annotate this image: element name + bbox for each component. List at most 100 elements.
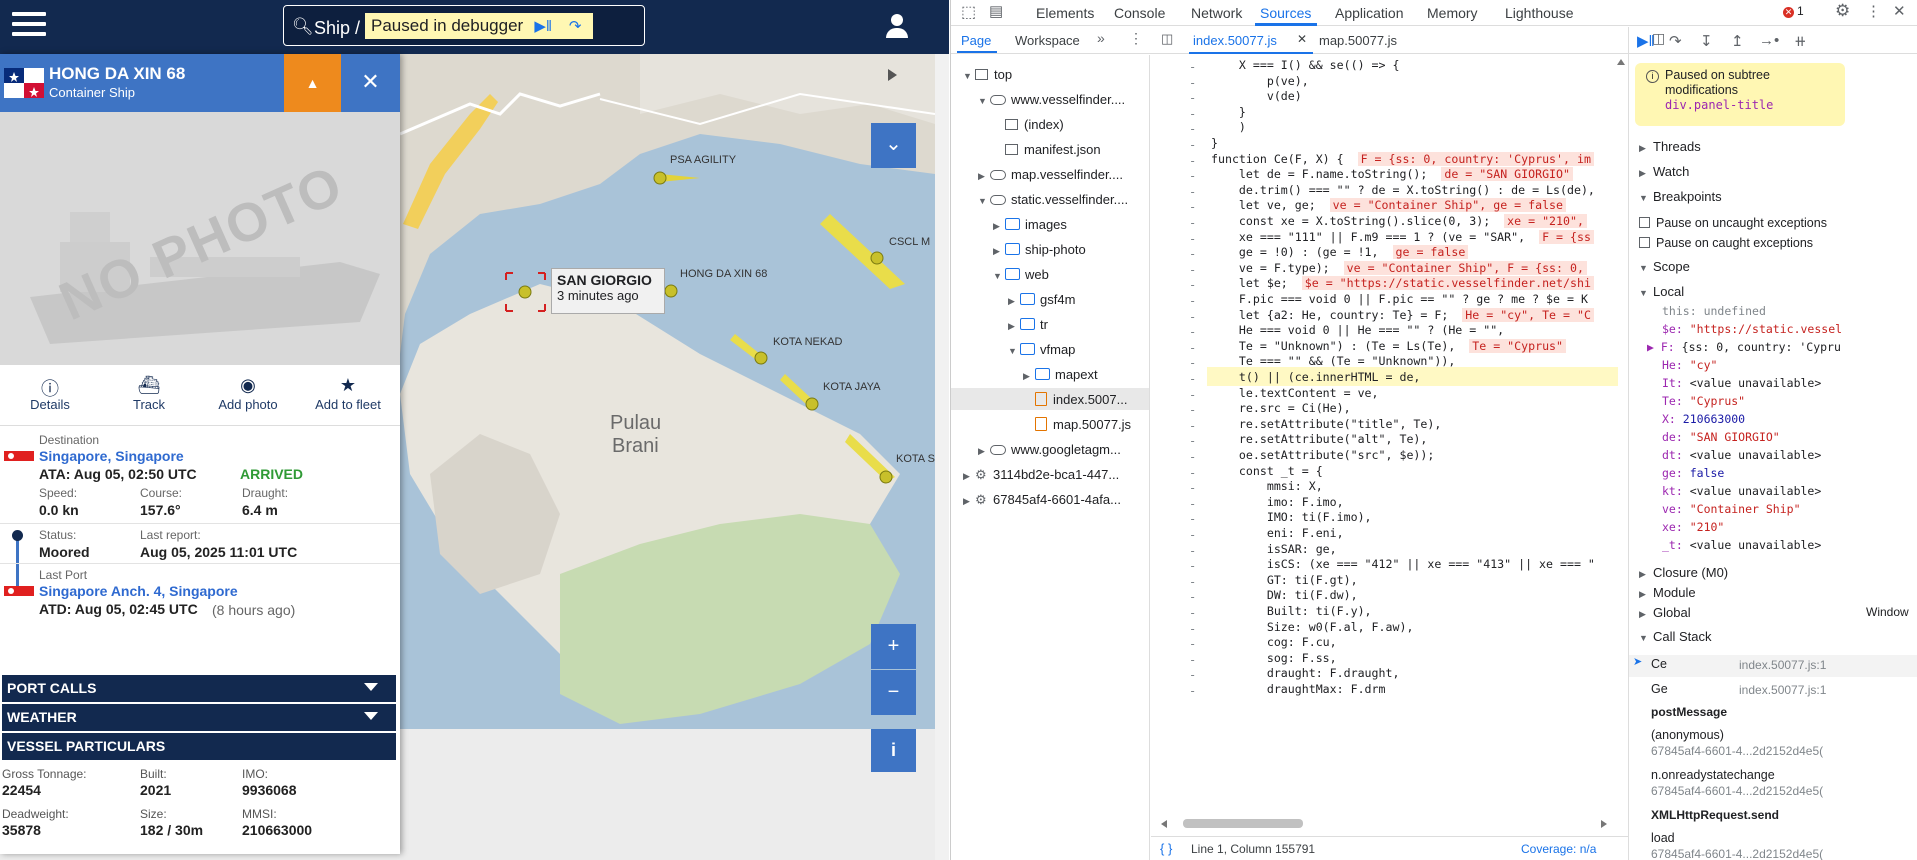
line-marker[interactable]: - xyxy=(1189,559,1196,573)
line-marker[interactable]: - xyxy=(1189,247,1196,261)
scope-variable[interactable]: He: "cy" xyxy=(1662,358,1717,372)
line-marker[interactable]: - xyxy=(1189,294,1196,308)
tree-item[interactable]: ▼ top xyxy=(963,67,1012,82)
tree-item[interactable]: ▶ www.googletagm... xyxy=(978,442,1121,457)
info-button[interactable]: i xyxy=(871,729,916,772)
local-scope[interactable]: ▼ Local xyxy=(1629,284,1917,299)
line-marker[interactable]: - xyxy=(1189,60,1196,74)
error-badge[interactable]: ✕ 1 xyxy=(1783,4,1804,18)
call-frame[interactable]: ➤ Ce index.50077.js:1 xyxy=(1629,655,1917,677)
caret-right-icon[interactable]: ▶ xyxy=(993,246,1005,257)
caret-right-icon[interactable]: ▶ xyxy=(963,471,975,482)
scope-variable[interactable]: ge: false xyxy=(1662,466,1724,480)
nav-tab-workspace[interactable]: Workspace xyxy=(1015,33,1080,48)
track-button[interactable]: ⛴ Track xyxy=(104,375,194,412)
line-marker[interactable]: - xyxy=(1189,497,1196,511)
threads-section[interactable]: ▶ Threads xyxy=(1629,139,1917,154)
weather-section[interactable]: WEATHER xyxy=(2,704,396,731)
caret-down-icon[interactable]: ▼ xyxy=(978,96,990,106)
port-calls-section[interactable]: PORT CALLS xyxy=(2,675,396,702)
caret-right-icon[interactable]: ▶ xyxy=(978,171,990,182)
caret-right-icon[interactable]: ▶ xyxy=(1008,296,1020,307)
kebab-menu-icon[interactable]: ⋮ xyxy=(1129,30,1143,47)
inspect-icon[interactable]: ⬚ xyxy=(961,2,976,22)
user-icon[interactable] xyxy=(886,14,908,38)
caret-down-icon[interactable]: ▼ xyxy=(1008,346,1020,356)
global-scope[interactable]: ▶ Global Window xyxy=(1629,605,1917,620)
tree-item[interactable]: ▼ web xyxy=(993,267,1049,282)
more-tabs-icon[interactable]: » xyxy=(1097,30,1105,46)
line-marker[interactable]: - xyxy=(1189,138,1196,152)
scope-variable[interactable]: X: 210663000 xyxy=(1662,412,1745,426)
tree-item[interactable]: manifest.json xyxy=(993,142,1101,157)
line-marker[interactable]: - xyxy=(1189,434,1196,448)
checkbox-icon[interactable] xyxy=(1639,237,1650,248)
code-editor[interactable]: ----------------------------------------… xyxy=(1151,55,1628,835)
collapse-button[interactable]: ▲ xyxy=(284,54,341,112)
module-scope[interactable]: ▶ Module xyxy=(1629,585,1917,600)
scope-variable[interactable]: dt: <value unavailable> xyxy=(1662,448,1821,462)
line-marker[interactable]: - xyxy=(1189,107,1196,121)
line-marker[interactable]: - xyxy=(1189,169,1196,183)
tab-memory[interactable]: Memory xyxy=(1427,5,1478,21)
scope-variable[interactable]: kt: <value unavailable> xyxy=(1662,484,1821,498)
line-marker[interactable]: - xyxy=(1189,528,1196,542)
line-marker[interactable]: - xyxy=(1189,466,1196,480)
line-marker[interactable]: - xyxy=(1189,185,1196,199)
zoom-in-button[interactable]: + xyxy=(871,624,916,669)
tree-item[interactable]: ▶ ship-photo xyxy=(993,242,1086,257)
pause-caught-checkbox[interactable]: Pause on caught exceptions xyxy=(1629,236,1917,250)
closure-scope[interactable]: ▶ Closure (M0) xyxy=(1629,565,1917,580)
file-tab-index[interactable]: index.50077.js ✕ xyxy=(1189,27,1313,54)
tree-item[interactable]: index.5007... xyxy=(951,388,1149,410)
resume-icon[interactable]: ▶‖ xyxy=(1637,32,1655,50)
resume-icon[interactable]: ▶‖ xyxy=(531,15,555,37)
editor-hscroll[interactable] xyxy=(1161,818,1611,830)
add-photo-button[interactable]: ◉ Add photo xyxy=(203,375,293,412)
scope-variable[interactable]: ▶ F: {ss: 0, country: 'Cypru xyxy=(1647,340,1841,354)
line-marker[interactable]: - xyxy=(1189,200,1196,214)
vessel-particulars-section[interactable]: VESSEL PARTICULARS xyxy=(2,733,396,760)
line-marker[interactable]: - xyxy=(1189,341,1196,355)
line-marker[interactable]: - xyxy=(1189,122,1196,136)
tree-item[interactable]: ▶ ⚙ 67845af4-6601-4afa... xyxy=(963,492,1121,508)
checkbox-icon[interactable] xyxy=(1639,217,1650,228)
tree-item[interactable]: ▶ map.vesselfinder.... xyxy=(978,167,1123,182)
line-marker[interactable]: - xyxy=(1189,684,1196,698)
more-menu-icon[interactable]: ⋮ xyxy=(1866,2,1881,20)
tree-item[interactable]: ▶ gsf4m xyxy=(1008,292,1075,307)
scope-variable[interactable]: $e: "https://static.vessel xyxy=(1662,322,1842,336)
line-marker[interactable]: - xyxy=(1189,325,1196,339)
close-icon[interactable]: ✕ xyxy=(341,54,400,112)
caret-right-icon[interactable]: ▶ xyxy=(993,221,1005,232)
tree-item[interactable]: ▼ static.vesselfinder.... xyxy=(978,192,1128,207)
tree-item[interactable]: ▶ tr xyxy=(1008,317,1048,332)
tab-sources[interactable]: Sources xyxy=(1260,5,1311,21)
caret-right-icon[interactable]: ▶ xyxy=(1023,371,1035,382)
ship-popup[interactable]: SAN GIORGIO 3 minutes ago xyxy=(551,268,665,314)
menu-icon[interactable] xyxy=(12,12,46,40)
line-marker[interactable]: - xyxy=(1189,653,1196,667)
breakpoints-section[interactable]: ▼ Breakpoints xyxy=(1629,189,1917,204)
line-marker[interactable]: - xyxy=(1189,356,1196,370)
caret-down-icon[interactable]: ▼ xyxy=(993,271,1005,281)
coverage-status[interactable]: Coverage: n/a xyxy=(1521,842,1596,856)
tree-item[interactable]: (index) xyxy=(993,117,1064,132)
line-marker[interactable]: - xyxy=(1189,76,1196,90)
caret-down-icon[interactable]: ▼ xyxy=(963,71,975,81)
line-marker[interactable]: - xyxy=(1189,263,1196,277)
line-marker[interactable]: - xyxy=(1189,232,1196,246)
destination-link[interactable]: Singapore, Singapore xyxy=(39,448,184,464)
line-marker[interactable]: - xyxy=(1189,590,1196,604)
add-to-fleet-button[interactable]: ★ Add to fleet xyxy=(303,375,393,412)
line-marker[interactable]: - xyxy=(1189,278,1196,292)
device-toolbar-icon[interactable]: ▤ xyxy=(989,2,1003,20)
line-marker[interactable]: - xyxy=(1189,637,1196,651)
pause-uncaught-checkbox[interactable]: Pause on uncaught exceptions xyxy=(1629,216,1917,230)
page-scrollbar[interactable] xyxy=(935,54,949,860)
call-frame[interactable]: n.onreadystatechange 67845af4-6601-4...2d… xyxy=(1629,768,1917,798)
close-devtools-icon[interactable]: ✕ xyxy=(1893,2,1906,20)
nav-tab-page[interactable]: Page xyxy=(961,33,991,48)
caret-right-icon[interactable]: ▶ xyxy=(963,496,975,507)
scope-variable[interactable]: de: "SAN GIORGIO" xyxy=(1662,430,1780,444)
